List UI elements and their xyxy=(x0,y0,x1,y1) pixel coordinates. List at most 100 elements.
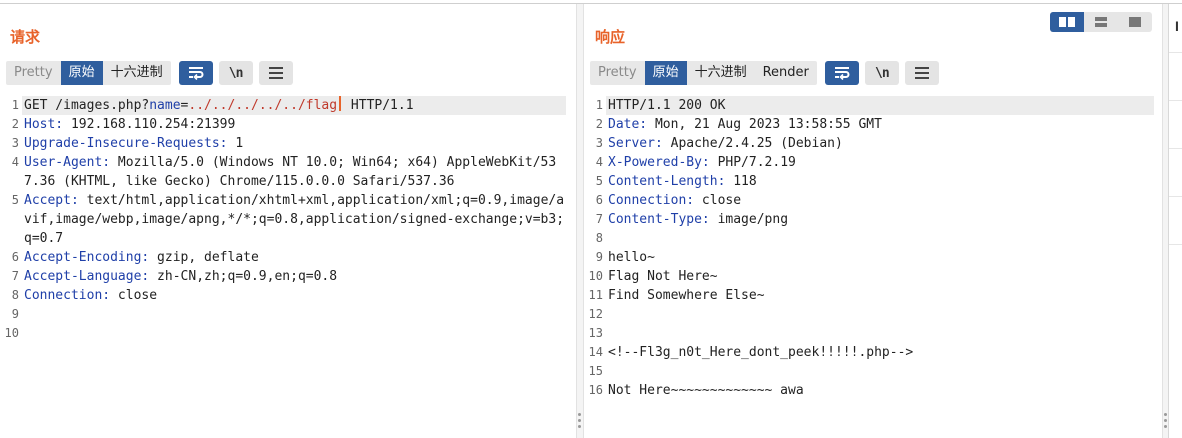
line-number: 4 xyxy=(11,155,19,169)
response-line-1: 1 HTTP/1.1 200 OK xyxy=(584,96,1154,115)
line-number: 6 xyxy=(11,250,19,264)
line-number: 9 xyxy=(11,307,19,321)
tab-hex[interactable]: 十六进制 xyxy=(687,61,755,85)
request-line-6: 6 Accept-Encoding: gzip, deflate xyxy=(0,248,566,267)
line-number: 8 xyxy=(11,288,19,302)
response-editor[interactable]: 1 HTTP/1.1 200 OK 2 Date: Mon, 21 Aug 20… xyxy=(584,96,1154,400)
header-name: X-Powered-By: xyxy=(608,155,710,170)
hamburger-menu-icon xyxy=(914,67,929,79)
line-number: 12 xyxy=(588,307,603,321)
divider xyxy=(1169,52,1182,53)
request-editor[interactable]: 1 GET /images.php?name=../../../../../fl… xyxy=(0,96,566,343)
divider xyxy=(1169,196,1182,197)
line-number: 8 xyxy=(595,231,603,245)
request-line-3: 3 Upgrade-Insecure-Requests: 1 xyxy=(0,134,566,153)
response-line-5: 5 Content-Length: 118 xyxy=(584,172,1154,191)
response-line-10: 10 Flag Not Here~ xyxy=(584,267,1154,286)
layout-side-by-side-button[interactable] xyxy=(1050,12,1084,32)
hamburger-menu-icon xyxy=(268,67,283,79)
request-line-7: 7 Accept-Language: zh-CN,zh;q=0.9,en;q=0… xyxy=(0,267,566,286)
line-text: <!--Fl3g_n0t_Here_dont_peek!!!!!.php--> xyxy=(608,345,914,360)
line-number: 7 xyxy=(11,269,19,283)
tab-pretty[interactable]: Pretty xyxy=(590,61,645,85)
panel-splitter[interactable] xyxy=(576,4,584,438)
header-value: 1 xyxy=(227,136,244,151)
line-number: 2 xyxy=(595,117,603,131)
line-number: 1 xyxy=(11,98,19,112)
header-name: Date: xyxy=(608,117,648,132)
request-menu-button[interactable] xyxy=(258,61,293,85)
show-newlines-button[interactable]: \n xyxy=(218,61,253,85)
line-number: 1 xyxy=(595,98,603,112)
line-number: 2 xyxy=(11,117,19,131)
request-protocol: HTTP/1.1 xyxy=(343,98,414,113)
tab-raw[interactable]: 原始 xyxy=(644,61,687,85)
line-text: hello~ xyxy=(608,250,655,265)
header-value: Mon, 21 Aug 2023 13:58:55 GMT xyxy=(647,117,882,132)
response-line-14: 14 <!--Fl3g_n0t_Here_dont_peek!!!!!.php-… xyxy=(584,343,1154,362)
line-number: 5 xyxy=(595,174,603,188)
line-number: 4 xyxy=(595,155,603,169)
response-line-6: 6 Connection: close xyxy=(584,191,1154,210)
header-name: Accept: xyxy=(24,193,79,208)
header-value: close xyxy=(694,193,742,208)
header-value: 118 xyxy=(725,174,757,189)
response-line-13: 13 xyxy=(584,324,1154,343)
request-title: 请求 xyxy=(10,29,41,46)
line-number: 11 xyxy=(588,288,603,302)
header-value: image/png xyxy=(709,212,789,227)
response-line-15: 15 xyxy=(584,362,1154,381)
layout-tabs-button[interactable] xyxy=(1118,12,1152,32)
line-text: Not Here~~~~~~~~~~~~~ awa xyxy=(608,383,804,398)
line-text: Flag Not Here~ xyxy=(608,269,718,284)
single-pane-icon xyxy=(1129,17,1141,27)
wrap-lines-button[interactable] xyxy=(824,61,859,85)
header-value: PHP/7.2.19 xyxy=(709,155,796,170)
line-number: 6 xyxy=(595,193,603,207)
request-line-5: 5 Accept: text/html,application/xhtml+xm… xyxy=(0,191,566,248)
status-line: HTTP/1.1 200 OK xyxy=(606,96,1154,115)
request-view-tabs: Pretty 原始 十六进制 xyxy=(6,61,171,85)
header-value: text/html,application/xhtml+xml,applicat… xyxy=(24,193,565,246)
line-number: 9 xyxy=(595,250,603,264)
line-text xyxy=(606,229,1154,248)
response-line-9: 9 hello~ xyxy=(584,248,1154,267)
divider xyxy=(1169,244,1182,245)
line-number: 16 xyxy=(588,383,603,397)
newline-icon: \n xyxy=(228,65,244,81)
line-text: Find Somewhere Else~ xyxy=(608,288,765,303)
request-line-9: 9 xyxy=(0,305,566,324)
header-name: User-Agent: xyxy=(24,155,111,170)
header-name: Connection: xyxy=(24,288,111,303)
tab-hex[interactable]: 十六进制 xyxy=(103,61,171,85)
newline-icon: \n xyxy=(875,65,890,81)
line-text xyxy=(606,305,1154,324)
request-line-8: 8 Connection: close xyxy=(0,286,566,305)
response-menu-button[interactable] xyxy=(904,61,939,85)
response-line-16: 16 Not Here~~~~~~~~~~~~~ awa xyxy=(584,381,1154,400)
divider xyxy=(1169,100,1182,101)
response-panel: 响应 Pretty 原始 十六进制 Render \n 1 HTTP/1.1 2… xyxy=(584,4,1162,438)
header-name: Server: xyxy=(608,136,663,151)
divider xyxy=(1169,148,1182,149)
header-name: Accept-Language: xyxy=(24,269,150,284)
header-name: Content-Length: xyxy=(608,174,726,189)
response-line-7: 7 Content-Type: image/png xyxy=(584,210,1154,229)
show-newlines-button[interactable]: \n xyxy=(864,61,899,85)
tab-pretty[interactable]: Pretty xyxy=(6,61,61,85)
layout-toggle xyxy=(1050,12,1152,32)
response-line-3: 3 Server: Apache/2.4.25 (Debian) xyxy=(584,134,1154,153)
wrap-lines-button[interactable] xyxy=(178,61,213,85)
response-line-8: 8 xyxy=(584,229,1154,248)
line-number: 10 xyxy=(588,269,603,283)
response-view-tabs: Pretty 原始 十六进制 Render xyxy=(590,61,817,85)
layout-stacked-button[interactable] xyxy=(1084,12,1118,32)
request-toolbar: Pretty 原始 十六进制 \n xyxy=(6,61,293,85)
tab-render[interactable]: Render xyxy=(755,61,817,85)
request-line-2: 2 Host: 192.168.110.254:21399 xyxy=(0,115,566,134)
line-number: 13 xyxy=(588,326,603,340)
line-number: 3 xyxy=(595,136,603,150)
tab-raw[interactable]: 原始 xyxy=(60,61,103,85)
inspector-tab-label[interactable]: I xyxy=(1175,18,1179,34)
rows-icon xyxy=(1095,17,1107,27)
